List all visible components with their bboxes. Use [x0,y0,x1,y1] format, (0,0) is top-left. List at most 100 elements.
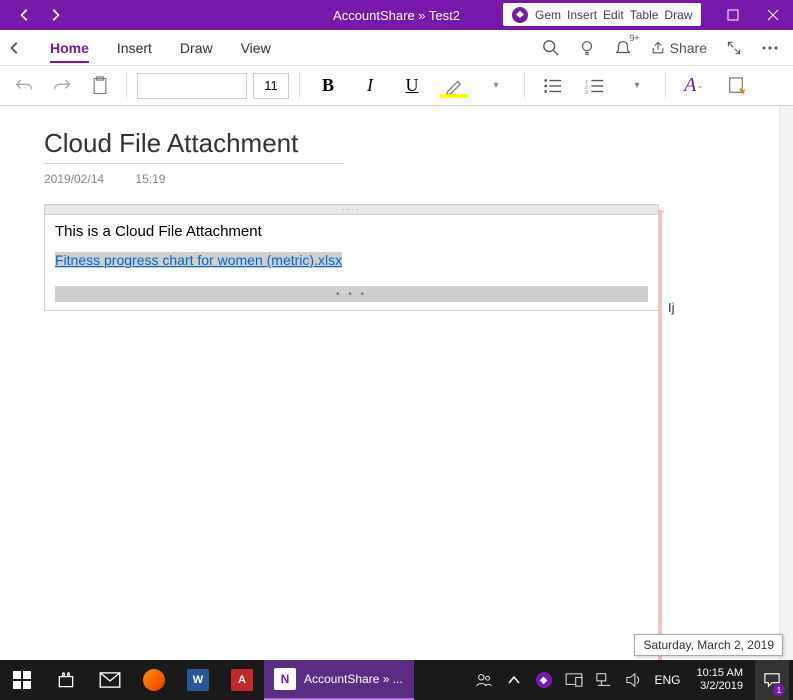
block-drag-handle[interactable]: ···· [45,205,658,215]
attachment-placeholder[interactable]: • • • [55,286,648,302]
taskbar-word[interactable]: W [176,660,220,700]
bell-badge: 9+ [629,33,639,43]
search-button[interactable] [536,33,566,63]
tag-button[interactable] [718,70,754,102]
page-title[interactable] [44,124,344,164]
list-dropdown-button[interactable]: ▾ [619,70,655,102]
close-button[interactable] [753,0,793,30]
addin-draw[interactable]: Draw [664,8,692,22]
page-back-button[interactable] [8,41,36,55]
pdf-icon: A [231,669,253,691]
maximize-icon [727,9,739,21]
tray-display[interactable] [561,660,587,700]
clipboard-icon [91,76,109,96]
tray-volume[interactable] [621,660,647,700]
store-icon [56,670,76,690]
vertical-scrollbar[interactable] [779,106,793,660]
chevron-left-icon [8,41,22,55]
arrow-left-icon [18,8,32,22]
window-title: AccountShare » Test2 [333,8,460,23]
onenote-icon: N [274,668,296,690]
menubar-right: 9+ Share [536,33,785,63]
taskbar-active-app[interactable]: N AccountShare » ... [264,660,414,700]
svg-text:3: 3 [585,90,588,95]
page-time: 15:19 [135,172,165,186]
separator [126,73,127,99]
tray-people[interactable] [471,660,497,700]
tab-view[interactable]: View [227,40,285,56]
gem-icon: ◆ [512,7,528,23]
page-timestamp: 2019/02/14 15:19 [44,172,749,186]
separator [665,73,666,99]
taskbar-active-label: AccountShare » ... [304,672,403,686]
expand-icon [726,40,742,56]
ellipsis-icon [761,45,779,51]
tab-insert[interactable]: Insert [103,40,166,56]
nav-forward-button[interactable] [40,0,70,30]
tray-time: 10:15 AM [697,667,743,680]
underline-button[interactable]: U [394,70,430,102]
addin-edit[interactable]: Edit [603,8,624,22]
side-annotation: Ij [668,300,675,315]
highlight-swatch [440,94,468,98]
tray-overflow[interactable] [501,660,527,700]
arrow-right-icon [48,8,62,22]
tray-date: 3/2/2019 [697,680,743,693]
menu-bar: Home Insert Draw View 9+ Share [0,30,793,66]
highlight-button[interactable] [436,70,472,102]
nav-arrows [0,0,70,30]
lightbulb-button[interactable] [572,33,602,63]
word-icon: W [187,669,209,691]
tray-language[interactable]: ENG [651,660,685,700]
redo-button[interactable] [46,70,78,102]
date-tooltip: Saturday, March 2, 2019 [634,634,783,656]
taskbar-store[interactable] [44,660,88,700]
italic-button[interactable]: I [352,70,388,102]
more-button[interactable] [755,33,785,63]
addin-insert[interactable]: Insert [567,8,597,22]
tray-network[interactable] [591,660,617,700]
tray-clock[interactable]: 10:15 AM 3/2/2019 [689,667,751,693]
bullet-list-icon [543,77,563,95]
attachment-link[interactable]: Fitness progress chart for women (metric… [55,252,342,268]
display-icon [565,673,583,687]
share-icon [650,40,666,56]
start-button[interactable] [0,660,44,700]
separator [299,73,300,99]
taskbar-firefox[interactable] [132,660,176,700]
tab-home[interactable]: Home [36,40,103,56]
title-bar: AccountShare » Test2 ◆ Gem Insert Edit T… [0,0,793,30]
addin-gem[interactable]: Gem [535,8,561,22]
tab-draw[interactable]: Draw [166,40,227,56]
notifications-button[interactable]: 9+ [608,33,638,63]
tray-gem[interactable]: ◆ [531,660,557,700]
addin-table[interactable]: Table [630,8,659,22]
undo-button[interactable] [8,70,40,102]
clear-formatting-button[interactable]: A⌄ [676,70,712,102]
maximize-button[interactable] [713,0,753,30]
bold-button[interactable]: B [310,70,346,102]
windows-icon [13,671,31,689]
volume-icon [625,672,643,688]
format-dropdown-button[interactable]: ▾ [478,70,514,102]
lightbulb-icon [578,39,596,57]
content-block[interactable]: ···· ↔ This is a Cloud File Attachment F… [44,204,659,311]
taskbar-pdf[interactable]: A [220,660,264,700]
fullscreen-button[interactable] [719,33,749,63]
chevron-up-icon [508,675,520,685]
gem-tray-icon: ◆ [536,672,552,688]
action-center-button[interactable]: 1 [755,660,789,700]
paragraph-text[interactable]: This is a Cloud File Attachment [55,223,648,240]
share-button[interactable]: Share [644,40,713,56]
clipboard-button[interactable] [84,70,116,102]
font-name-input[interactable] [137,73,247,99]
numbered-list-icon: 123 [585,77,605,95]
numbered-list-button[interactable]: 123 [577,70,613,102]
taskbar-mail[interactable] [88,660,132,700]
bulleted-list-button[interactable] [535,70,571,102]
nav-back-button[interactable] [10,0,40,30]
font-size-input[interactable] [253,73,289,99]
content-body[interactable]: This is a Cloud File Attachment Fitness … [45,215,658,310]
note-page[interactable]: 2019/02/14 15:19 ···· ↔ This is a Cloud … [0,106,793,329]
people-icon [475,671,493,689]
